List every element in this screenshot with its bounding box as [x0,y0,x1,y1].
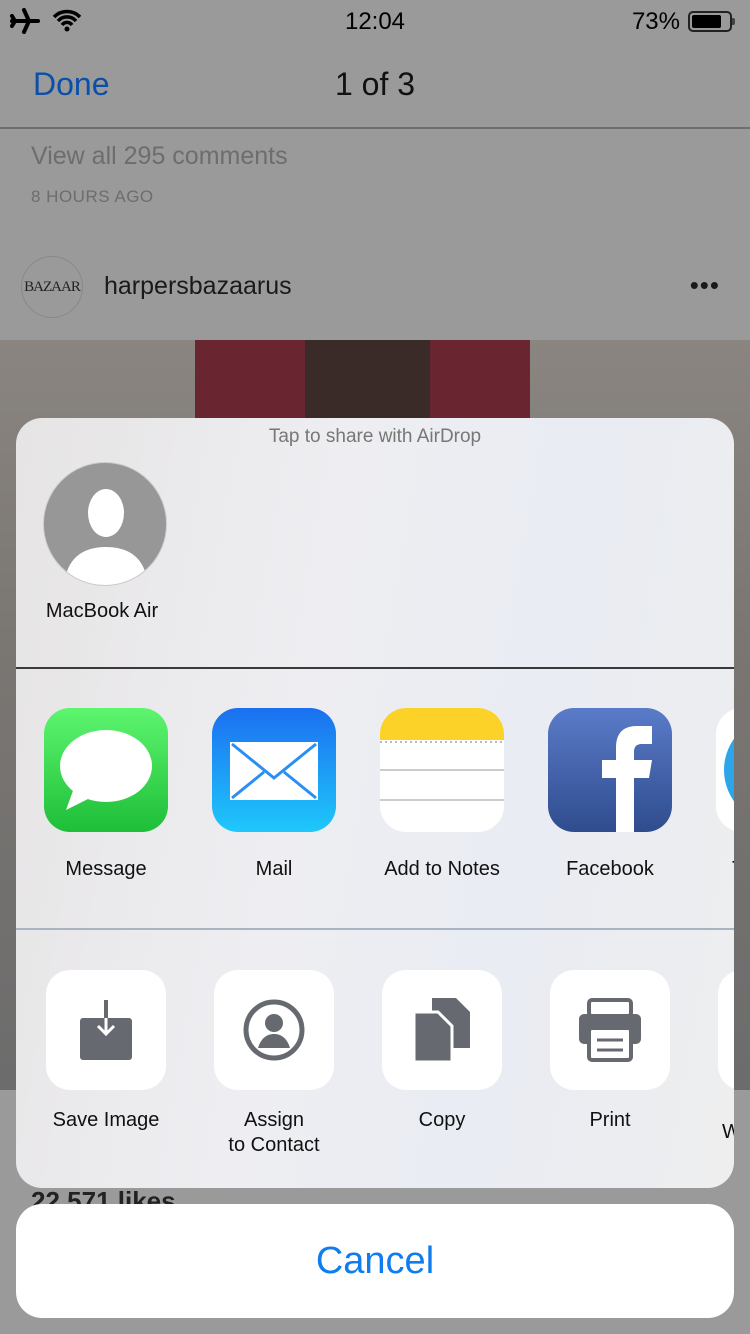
airdrop-device-macbook-air[interactable]: MacBook Air [42,462,168,623]
action-label: Copy [418,1109,466,1131]
mail-icon [212,708,336,832]
username[interactable]: harpersbazaarus [104,272,292,301]
share-app-mail[interactable]: Mail [212,708,336,881]
message-icon [44,708,168,832]
action-label: Save Image [52,1109,160,1131]
view-comments-link[interactable]: View all 295 comments [31,142,288,171]
app-label: Message [65,858,147,880]
more-options-icon[interactable]: ••• [690,270,720,301]
app-label: T [716,858,734,881]
action-save-image[interactable]: Save Image [44,970,168,1133]
action-print[interactable]: Print [548,970,672,1133]
contact-icon [214,970,334,1090]
share-app-notes[interactable]: Add to Notes [380,708,504,881]
action-label: W [722,1121,734,1143]
action-label: Print [589,1109,631,1131]
divider [16,667,734,669]
share-app-twitter[interactable]: T [716,708,734,881]
action-copy[interactable]: Copy [380,970,504,1133]
copy-icon [382,970,502,1090]
share-app-message[interactable]: Message [44,708,168,881]
print-icon [550,970,670,1090]
battery-percent: 73% [631,8,680,35]
share-app-facebook[interactable]: Facebook [548,708,672,881]
status-bar: 12:04 73% [0,0,750,40]
cancel-button[interactable]: Cancel [16,1204,734,1318]
notes-icon [380,708,504,832]
action-label: Assign to Contact [228,1109,320,1156]
page-title: 1 of 3 [334,66,416,102]
app-label: Add to Notes [384,858,500,880]
app-label: Mail [255,858,293,880]
app-label: Facebook [566,858,654,880]
action-more[interactable]: W [716,970,734,1145]
action-assign-to-contact[interactable]: Assign to Contact [212,970,336,1158]
airdrop-device-label: MacBook Air [45,600,159,622]
divider [16,928,734,930]
avatar[interactable]: BAZAAR [21,256,83,318]
airdrop-title: Tap to share with AirDrop [268,426,482,447]
share-sheet: Tap to share with AirDrop MacBook Air Me… [16,418,734,1188]
person-silhouette-icon [43,462,167,586]
save-image-icon [46,970,166,1090]
more-action-icon [718,970,734,1090]
facebook-icon [548,708,672,832]
battery-icon [688,11,735,32]
nav-bar: Done 1 of 3 [0,40,750,129]
twitter-icon [716,708,734,832]
post-timestamp: 8 HOURS AGO [31,187,154,206]
